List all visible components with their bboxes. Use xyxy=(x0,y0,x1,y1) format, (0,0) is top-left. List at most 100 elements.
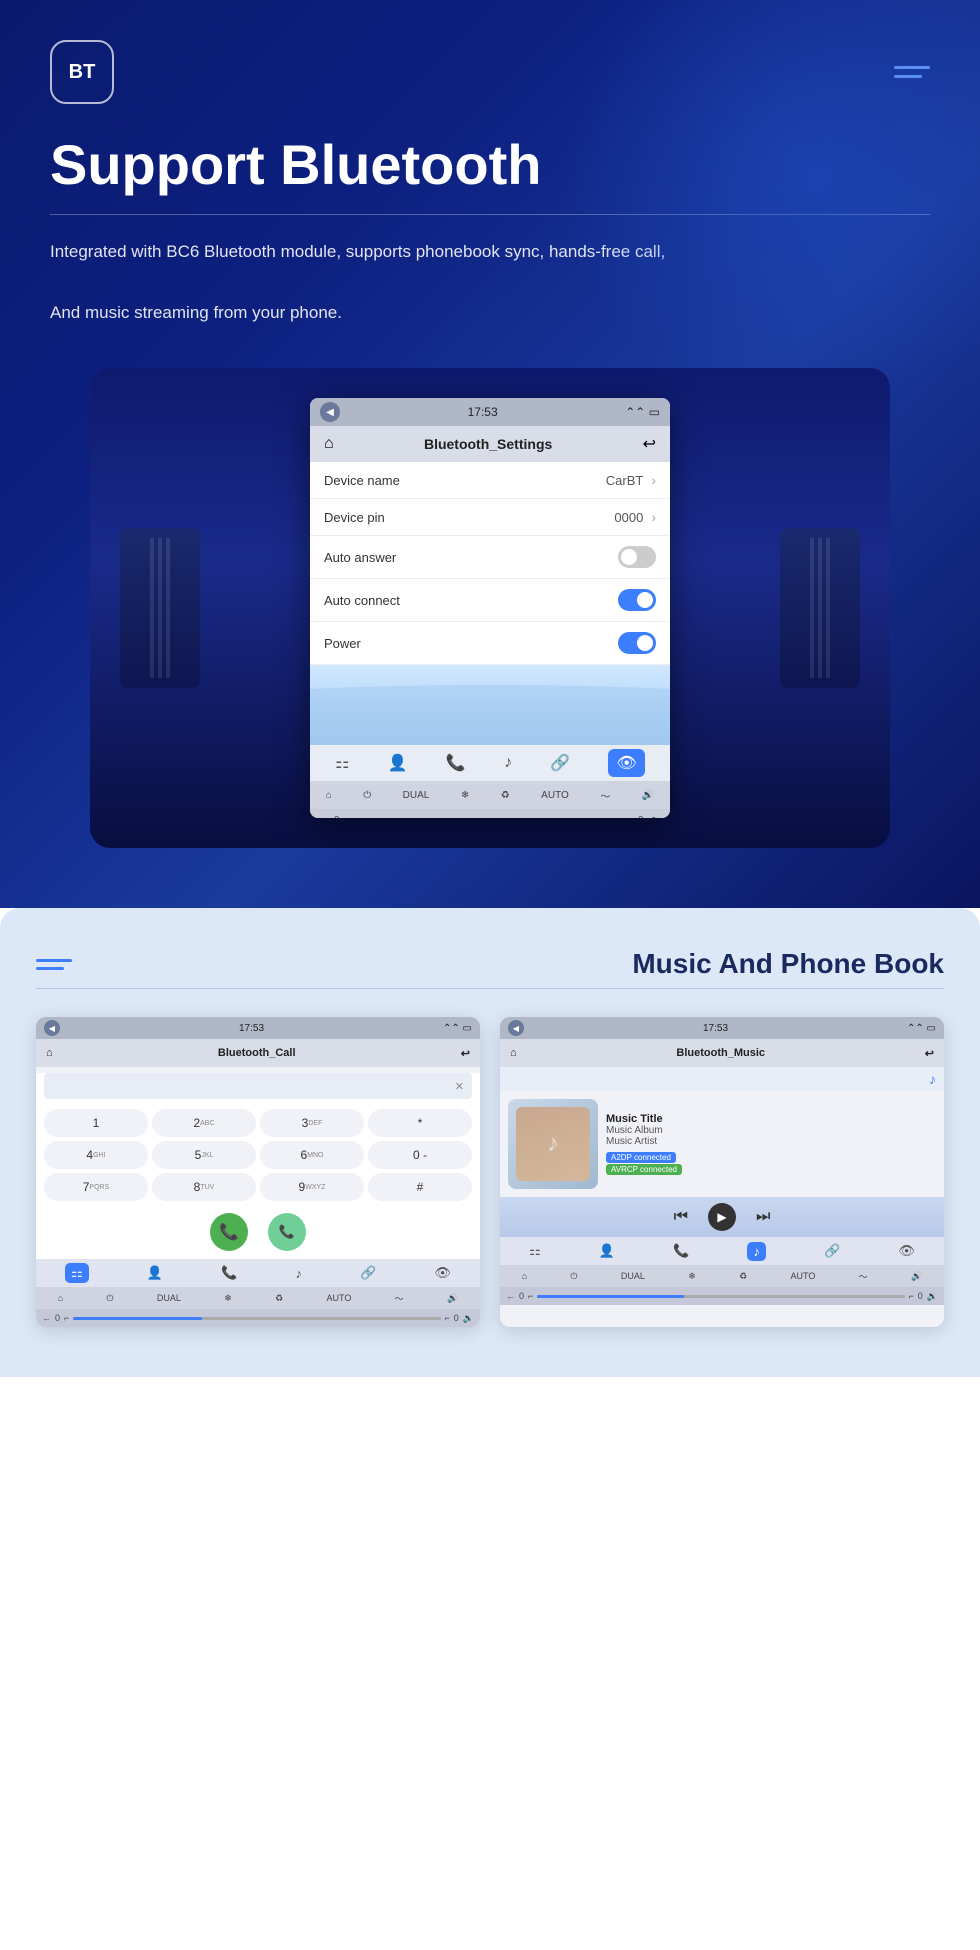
clear-icon[interactable]: ✕ xyxy=(455,1080,464,1093)
ph-home-icon[interactable]: ⌂ xyxy=(58,1293,63,1303)
menu-button[interactable] xyxy=(894,66,930,78)
ph-wind-icon[interactable]: 〜 xyxy=(395,1292,404,1305)
dial-key-6[interactable]: 6MNO xyxy=(260,1141,364,1169)
dial-key-hash[interactable]: # xyxy=(368,1173,472,1201)
ph-slider[interactable] xyxy=(73,1317,440,1320)
auto-answer-toggle[interactable] xyxy=(618,546,656,568)
back-nav-icon[interactable]: ← xyxy=(318,815,328,819)
dial-key-0[interactable]: 0 - xyxy=(368,1141,472,1169)
mu-tune-r-icon[interactable]: ⌐ xyxy=(909,1291,914,1301)
ph-tune-icon[interactable]: ⌐ xyxy=(64,1313,69,1323)
dial-key-9[interactable]: 9WXYZ xyxy=(260,1173,364,1201)
screen-navbar-title: Bluetooth_Settings xyxy=(424,436,552,452)
music-menu-grid-icon[interactable]: ⚏ xyxy=(529,1243,541,1259)
mu-vol-icon[interactable]: 🔊 xyxy=(911,1271,922,1282)
bt-logo: BT xyxy=(50,40,114,104)
phone-sliderbar: ← 0 ⌐ ⌐ 0 🔉 xyxy=(36,1309,480,1327)
dial-key-3[interactable]: 3DEF xyxy=(260,1109,364,1137)
phone-call-icon[interactable]: 📞 xyxy=(221,1265,237,1281)
phone-contacts-icon[interactable]: 👤 xyxy=(147,1265,163,1281)
ph-power-icon[interactable]: ⏻ xyxy=(106,1293,113,1304)
ph-snow-icon[interactable]: ❄ xyxy=(224,1293,232,1304)
phone-back-button[interactable]: ◀ xyxy=(44,1020,60,1036)
wind-icon[interactable]: 〜 xyxy=(600,788,610,803)
link-icon[interactable]: 🔗 xyxy=(550,753,570,773)
next-track-button[interactable]: ⏭ xyxy=(756,1208,770,1226)
phone-screen: ◀ 17:53 ⌃⌃ ▭ ⌂ Bluetooth_Call ↩ ✕ 1 2ABC… xyxy=(36,1017,480,1327)
dial-key-star[interactable]: * xyxy=(368,1109,472,1137)
home-icon[interactable]: ⌂ xyxy=(324,435,334,453)
power-toggle[interactable] xyxy=(618,632,656,654)
dial-key-8[interactable]: 8TUV xyxy=(152,1173,256,1201)
play-button[interactable]: ▶ xyxy=(708,1203,736,1231)
device-name-chevron-icon: › xyxy=(651,472,656,488)
phone-time: 17:53 xyxy=(239,1023,264,1034)
music-contacts-icon[interactable]: 👤 xyxy=(599,1243,615,1259)
menu-grid-icon[interactable]: ⚏ xyxy=(335,753,349,773)
ph-recycle-icon[interactable]: ♻ xyxy=(275,1293,283,1304)
screen-wave xyxy=(310,665,670,745)
prev-track-button[interactable]: ⏮ xyxy=(674,1208,688,1226)
mu-recycle-icon[interactable]: ♻ xyxy=(739,1271,747,1282)
music-home-icon[interactable]: ⌂ xyxy=(510,1047,517,1059)
music-back-button[interactable]: ◀ xyxy=(508,1020,524,1036)
bt-settings-screen: ◀ 17:53 ⌃⌃ ▭ ⌂ Bluetooth_Settings ↩ Devi… xyxy=(310,398,670,818)
ph-back-icon[interactable]: ← xyxy=(42,1313,51,1323)
contacts-icon[interactable]: 👤 xyxy=(388,753,408,773)
mu-wind-icon[interactable]: 〜 xyxy=(859,1270,868,1283)
tune-icon[interactable]: ⌐ xyxy=(346,815,352,819)
call-button[interactable]: 📞 xyxy=(210,1213,248,1251)
mu-slider[interactable] xyxy=(537,1295,904,1298)
volume-down-icon[interactable]: 🔉 xyxy=(650,815,662,819)
dial-key-7[interactable]: 7PQRS xyxy=(44,1173,148,1201)
mu-slider-fill xyxy=(537,1295,684,1298)
dial-key-5[interactable]: 5JKL xyxy=(152,1141,256,1169)
dial-key-4[interactable]: 4GHI xyxy=(44,1141,148,1169)
mu-power-icon[interactable]: ⏻ xyxy=(570,1271,577,1282)
end-call-button[interactable]: 📞 xyxy=(268,1213,306,1251)
phone-eye-icon[interactable]: 👁 xyxy=(434,1265,451,1281)
device-name-row[interactable]: Device name CarBT › xyxy=(310,462,670,499)
mu-snow-icon[interactable]: ❄ xyxy=(688,1271,696,1282)
music-eye-icon[interactable]: 👁 xyxy=(898,1243,915,1259)
phone-icon[interactable]: 📞 xyxy=(446,753,466,773)
phone-back-arrow-icon[interactable]: ↩ xyxy=(461,1047,470,1060)
music-section-title: Music And Phone Book xyxy=(632,948,944,980)
eye-icon[interactable]: 👁 xyxy=(608,749,644,777)
recycle-icon[interactable]: ♻ xyxy=(501,790,510,801)
power-ctrl-icon[interactable]: ⏻ xyxy=(363,790,371,801)
mu-vol-down-icon[interactable]: 🔉 xyxy=(927,1291,938,1302)
mu-home-icon[interactable]: ⌂ xyxy=(522,1271,527,1281)
snowflake-icon[interactable]: ❄ xyxy=(461,790,469,801)
home-ctrl-icon[interactable]: ⌂ xyxy=(326,790,332,801)
music-bottombar: ⚏ 👤 📞 ♪ 🔗 👁 xyxy=(500,1237,944,1265)
mu-tune-icon[interactable]: ⌐ xyxy=(528,1291,533,1301)
music-note-icon[interactable]: ♪ xyxy=(929,1071,936,1087)
phone-link-icon[interactable]: 🔗 xyxy=(360,1265,376,1281)
device-pin-row[interactable]: Device pin 0000 › xyxy=(310,499,670,536)
ph-vol-icon[interactable]: 🔊 xyxy=(447,1293,458,1304)
tune-right-icon[interactable]: ⌐ xyxy=(626,815,632,819)
ph-vol-down-icon[interactable]: 🔉 xyxy=(463,1313,474,1324)
ph-tune-r-icon[interactable]: ⌐ xyxy=(445,1313,450,1323)
music-note-bottom-icon[interactable]: ♪ xyxy=(747,1242,766,1261)
screen-back-button[interactable]: ◀ xyxy=(320,402,340,422)
volume-icon[interactable]: 🔊 xyxy=(642,790,654,801)
dial-key-2[interactable]: 2ABC xyxy=(152,1109,256,1137)
car-background: ◀ 17:53 ⌃⌃ ▭ ⌂ Bluetooth_Settings ↩ Devi… xyxy=(90,368,890,848)
music-link-icon[interactable]: 🔗 xyxy=(824,1243,840,1259)
auto-connect-toggle[interactable] xyxy=(618,589,656,611)
mu-back-icon[interactable]: ← xyxy=(506,1291,515,1301)
right-vent xyxy=(780,528,860,688)
dial-key-1[interactable]: 1 xyxy=(44,1109,148,1137)
music-icon[interactable]: ♪ xyxy=(504,754,512,772)
phone-home-icon[interactable]: ⌂ xyxy=(46,1047,53,1059)
phone-menu-icon[interactable]: ⚏ xyxy=(65,1263,89,1283)
phone-content: ✕ 1 2ABC 3DEF * 4GHI 5JKL 6MNO 0 - 7PQRS… xyxy=(36,1073,480,1259)
back-arrow-icon[interactable]: ↩ xyxy=(643,434,656,454)
music-phone-icon[interactable]: 📞 xyxy=(673,1243,689,1259)
phone-music-icon[interactable]: ♪ xyxy=(295,1266,302,1281)
music-menu-button[interactable] xyxy=(36,959,72,970)
music-back-arrow-icon[interactable]: ↩ xyxy=(925,1047,934,1060)
dialpad-input[interactable]: ✕ xyxy=(44,1073,472,1099)
